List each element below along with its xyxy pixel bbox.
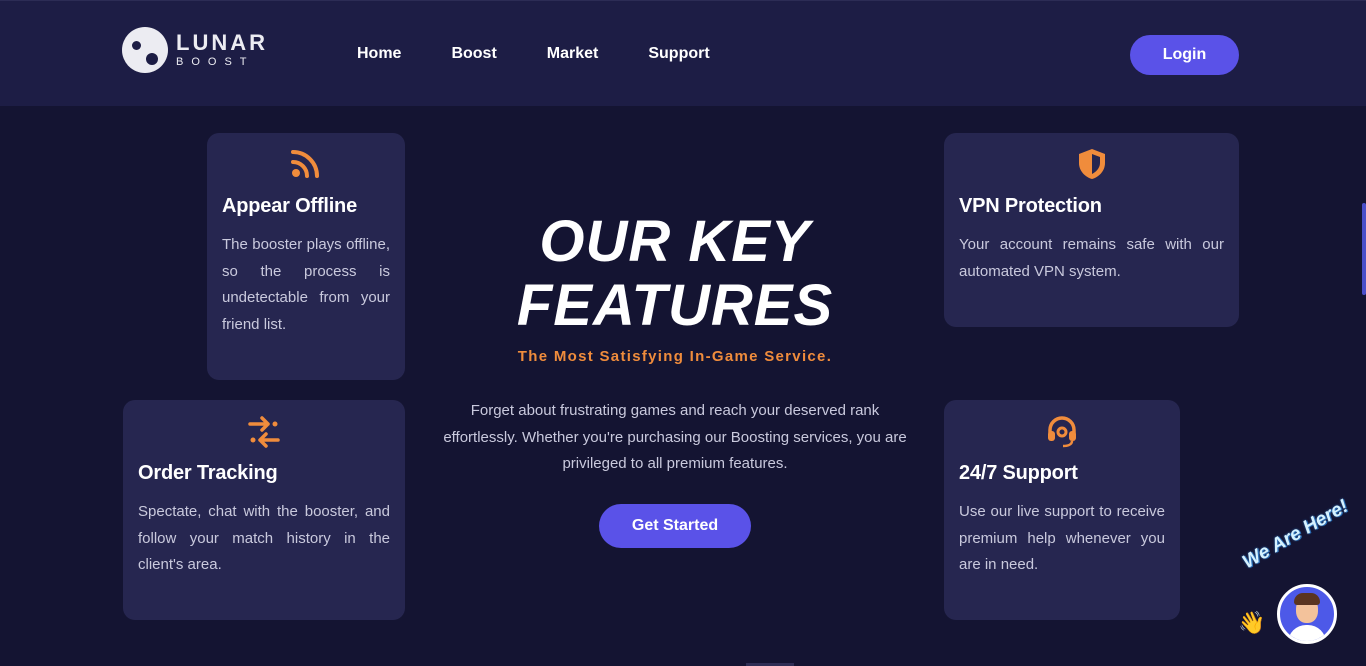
shield-icon (959, 147, 1224, 183)
logo-sub-text: BOOST (176, 56, 255, 68)
hero-section: OUR KEY FEATURES The Most Satisfying In-… (440, 210, 910, 548)
feature-card-order-tracking: Order Tracking Spectate, chat with the b… (123, 400, 405, 620)
hero-description: Forget about frustrating games and reach… (443, 402, 907, 472)
feature-card-appear-offline: Appear Offline The booster plays offline… (207, 133, 405, 380)
nav-link-boost[interactable]: Boost (451, 45, 496, 63)
support-agent-avatar[interactable] (1277, 584, 1337, 644)
logo-text: LUNAR BOOST (176, 32, 268, 68)
arrows-exchange-icon (138, 414, 390, 450)
feature-title: Order Tracking (138, 462, 278, 484)
feature-description: The booster plays offline, so the proces… (222, 236, 390, 333)
hero-title-line-2: FEATURES (516, 273, 834, 338)
nav-links: Home Boost Market Support (357, 45, 760, 63)
login-button[interactable]: Login (1130, 35, 1239, 75)
navbar: LUNAR BOOST Home Boost Market Support Lo… (0, 0, 1366, 106)
feature-title: VPN Protection (959, 195, 1102, 217)
waving-hand-icon: 👋 (1238, 610, 1266, 635)
headset-icon (959, 414, 1165, 450)
scrollbar-thumb[interactable] (1362, 203, 1366, 295)
feature-card-vpn-protection: VPN Protection Your account remains safe… (944, 133, 1239, 327)
live-chat-widget[interactable]: We Are Here! 👋 (1236, 496, 1366, 666)
rss-icon (222, 147, 390, 183)
feature-description: Your account remains safe with our autom… (959, 236, 1224, 280)
feature-title: 24/7 Support (959, 462, 1078, 484)
hero-subtitle: The Most Satisfying In-Game Service. (517, 348, 833, 365)
nav-link-home[interactable]: Home (357, 45, 401, 63)
logo[interactable]: LUNAR BOOST (122, 27, 268, 73)
nav-link-support[interactable]: Support (648, 45, 709, 63)
feature-card-support: 24/7 Support Use our live support to rec… (944, 400, 1180, 620)
nav-link-market[interactable]: Market (547, 45, 599, 63)
moon-logo-icon (122, 27, 168, 73)
logo-main-text: LUNAR (176, 30, 268, 55)
chat-tagline: We Are Here! (1239, 495, 1352, 574)
hero-title: OUR KEY FEATURES (440, 210, 910, 338)
hero-title-line-1: OUR KEY (539, 209, 811, 274)
feature-description: Use our live support to receive premium … (959, 503, 1165, 573)
get-started-button[interactable]: Get Started (599, 503, 751, 548)
feature-description: Spectate, chat with the booster, and fol… (138, 503, 390, 573)
feature-title: Appear Offline (222, 195, 357, 217)
